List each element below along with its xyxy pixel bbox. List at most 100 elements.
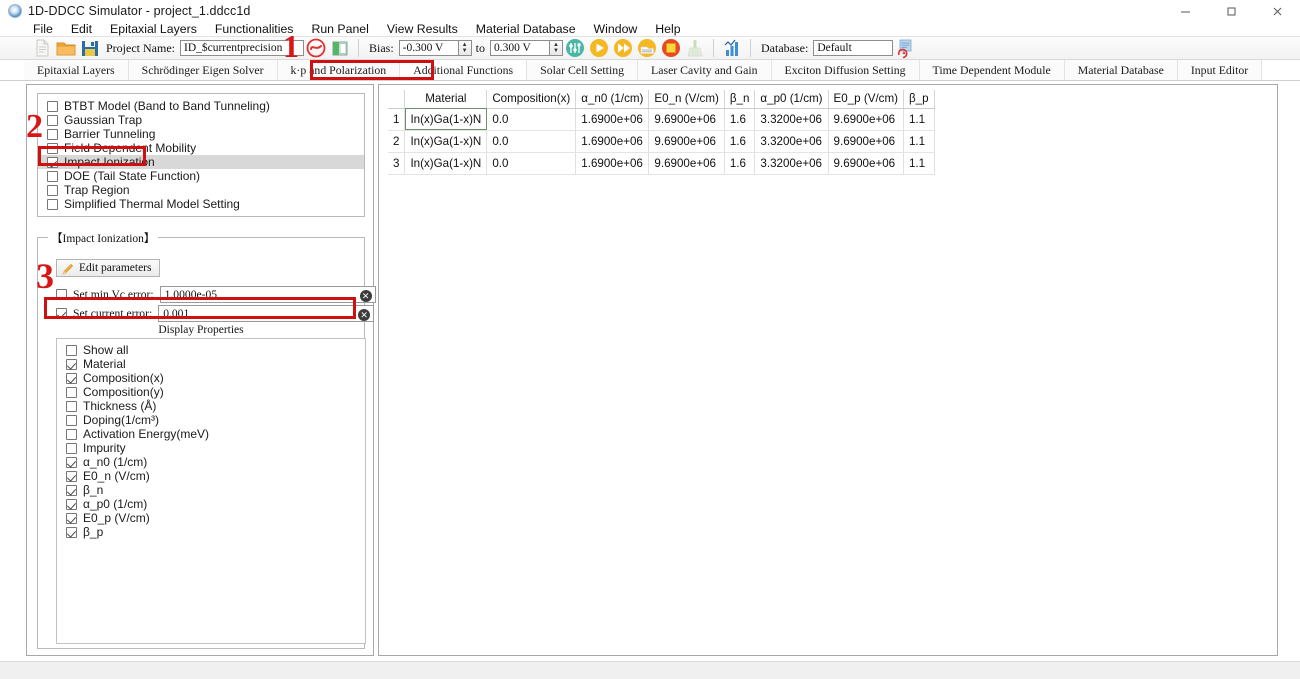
cell-alpha-p0[interactable]: 3.3200e+06 <box>754 108 829 131</box>
checkbox-gaussian-trap[interactable] <box>47 114 58 126</box>
tab-kp-and-polarization[interactable]: k·p and Polarization <box>277 60 401 80</box>
save-disk-icon[interactable] <box>79 37 101 59</box>
checkbox-material[interactable] <box>66 358 77 370</box>
checkbox-field-dependent-mobility[interactable] <box>47 142 58 154</box>
table-row[interactable]: 3 In(x)Ga(1-x)N 0.0 1.6900e+06 9.6900e+0… <box>388 152 935 175</box>
menu-epitaxial-layers[interactable]: Epitaxial Layers <box>101 22 206 36</box>
clear-x-icon[interactable]: ✕ <box>358 308 371 321</box>
cell-beta-n[interactable]: 1.6 <box>724 152 756 175</box>
display-properties-list[interactable]: Show all Material Composition(x) Composi… <box>56 338 366 644</box>
cell-composition-x[interactable]: 0.0 <box>486 152 577 175</box>
checkbox-composition-x[interactable] <box>66 372 77 384</box>
cell-composition-x[interactable]: 0.0 <box>486 108 577 131</box>
sliders-icon[interactable] <box>564 37 586 59</box>
checkbox-set-min-vc-error[interactable] <box>56 289 67 300</box>
display-item-e0-p[interactable]: E0_p (V/cm) <box>57 511 365 525</box>
menu-material-database[interactable]: Material Database <box>467 22 585 36</box>
checkbox-thickness[interactable] <box>66 400 77 412</box>
cell-material[interactable]: In(x)Ga(1-x)N <box>404 152 488 175</box>
cell-beta-p[interactable]: 1.1 <box>903 108 935 131</box>
display-item-composition-x[interactable]: Composition(x) <box>57 371 365 385</box>
cell-beta-p[interactable]: 1.1 <box>903 130 935 153</box>
tab-material-database[interactable]: Material Database <box>1064 60 1178 80</box>
display-item-beta-n[interactable]: β_n <box>57 483 365 497</box>
column-header-alpha-p0[interactable]: α_p0 (1/cm) <box>754 90 829 109</box>
cell-beta-n[interactable]: 1.6 <box>724 108 756 131</box>
checkbox-barrier-tunneling[interactable] <box>47 128 58 140</box>
checkbox-beta-p[interactable] <box>66 526 77 538</box>
export-folder-icon[interactable] <box>636 37 658 59</box>
material-parameters-table[interactable]: Material Composition(x) α_n0 (1/cm) E0_n… <box>388 90 935 175</box>
cell-e0-n[interactable]: 9.6900e+06 <box>648 152 725 175</box>
cell-e0-p[interactable]: 9.6900e+06 <box>828 108 904 131</box>
bias-to-input[interactable]: 0.300 V <box>490 40 550 56</box>
new-document-icon[interactable] <box>31 37 53 59</box>
checkbox-simplified-thermal-model[interactable] <box>47 198 58 210</box>
column-header-alpha-n0[interactable]: α_n0 (1/cm) <box>575 90 650 109</box>
function-item-gaussian-trap[interactable]: Gaussian Trap <box>38 113 364 127</box>
function-item-trap-region[interactable]: Trap Region <box>38 183 364 197</box>
refresh-icon[interactable] <box>305 37 327 59</box>
cell-beta-n[interactable]: 1.6 <box>724 130 756 153</box>
project-name-input[interactable]: ID_$currentprecision <box>179 40 304 56</box>
cell-alpha-n0[interactable]: 1.6900e+06 <box>575 130 650 153</box>
bias-from-input[interactable]: -0.300 V <box>398 40 459 56</box>
column-header-e0-n[interactable]: E0_n (V/cm) <box>648 90 725 109</box>
display-item-show-all[interactable]: Show all <box>57 343 365 357</box>
bar-chart-icon[interactable] <box>721 37 743 59</box>
tab-laser-cavity-and-gain[interactable]: Laser Cavity and Gain <box>638 60 772 80</box>
run-play-icon[interactable] <box>588 37 610 59</box>
display-item-e0-n[interactable]: E0_n (V/cm) <box>57 469 365 483</box>
column-header-material[interactable]: Material <box>404 90 488 109</box>
minimize-button[interactable] <box>1162 0 1208 22</box>
function-item-simplified-thermal-model[interactable]: Simplified Thermal Model Setting <box>38 197 364 211</box>
open-folder-icon[interactable] <box>55 37 77 59</box>
menu-file[interactable]: File <box>24 22 62 36</box>
function-item-impact-ionization[interactable]: Impact Ionization <box>38 155 364 169</box>
bias-from-spinner[interactable]: ▲ ▼ <box>458 40 472 56</box>
maximize-button[interactable] <box>1208 0 1254 22</box>
menu-run-panel[interactable]: Run Panel <box>302 22 377 36</box>
column-header-beta-p[interactable]: β_p <box>903 90 935 109</box>
menu-help[interactable]: Help <box>646 22 689 36</box>
checkbox-impurity[interactable] <box>66 442 77 454</box>
checkbox-e0-n[interactable] <box>66 470 77 482</box>
checkbox-set-current-error[interactable] <box>56 308 67 319</box>
clear-x-icon[interactable]: ✕ <box>359 289 372 302</box>
checkbox-activation-energy[interactable] <box>66 428 77 440</box>
checkbox-composition-y[interactable] <box>66 386 77 398</box>
cell-alpha-n0[interactable]: 1.6900e+06 <box>575 152 650 175</box>
database-input[interactable]: Default <box>813 40 894 56</box>
menu-edit[interactable]: Edit <box>62 22 101 36</box>
cell-material[interactable]: In(x)Ga(1-x)N <box>404 130 488 153</box>
cell-composition-x[interactable]: 0.0 <box>486 130 577 153</box>
checkbox-e0-p[interactable] <box>66 512 77 524</box>
function-item-barrier-tunneling[interactable]: Barrier Tunneling <box>38 127 364 141</box>
edit-parameters-button[interactable]: Edit parameters <box>56 259 161 277</box>
current-error-input[interactable]: 0.001 ✕ <box>158 305 375 322</box>
cell-e0-n[interactable]: 9.6900e+06 <box>648 108 725 131</box>
tab-exciton-diffusion-setting[interactable]: Exciton Diffusion Setting <box>771 60 920 80</box>
stop-icon[interactable] <box>660 37 682 59</box>
display-item-material[interactable]: Material <box>57 357 365 371</box>
menu-functionalities[interactable]: Functionalities <box>206 22 303 36</box>
checkbox-alpha-p0[interactable] <box>66 498 77 510</box>
cell-e0-p[interactable]: 9.6900e+06 <box>828 152 904 175</box>
menu-view-results[interactable]: View Results <box>378 22 467 36</box>
display-item-beta-p[interactable]: β_p <box>57 525 365 539</box>
min-vc-error-input[interactable]: 1.0000e-05 ✕ <box>159 286 376 303</box>
checkbox-trap-region[interactable] <box>47 184 58 196</box>
display-item-alpha-p0[interactable]: α_p0 (1/cm) <box>57 497 365 511</box>
tab-solar-cell-setting[interactable]: Solar Cell Setting <box>527 60 639 80</box>
cell-beta-p[interactable]: 1.1 <box>903 152 935 175</box>
tab-additional-functions[interactable]: Additional Functions <box>400 60 528 80</box>
structure-icon[interactable] <box>329 37 351 59</box>
column-header-beta-n[interactable]: β_n <box>724 90 756 109</box>
checkbox-alpha-n0[interactable] <box>66 456 77 468</box>
close-button[interactable] <box>1254 0 1300 22</box>
table-row[interactable]: 2 In(x)Ga(1-x)N 0.0 1.6900e+06 9.6900e+0… <box>388 130 935 153</box>
cell-e0-p[interactable]: 9.6900e+06 <box>828 130 904 153</box>
checkbox-btbt[interactable] <box>47 100 58 112</box>
display-item-composition-y[interactable]: Composition(y) <box>57 385 365 399</box>
checkbox-impact-ionization[interactable] <box>47 156 58 168</box>
